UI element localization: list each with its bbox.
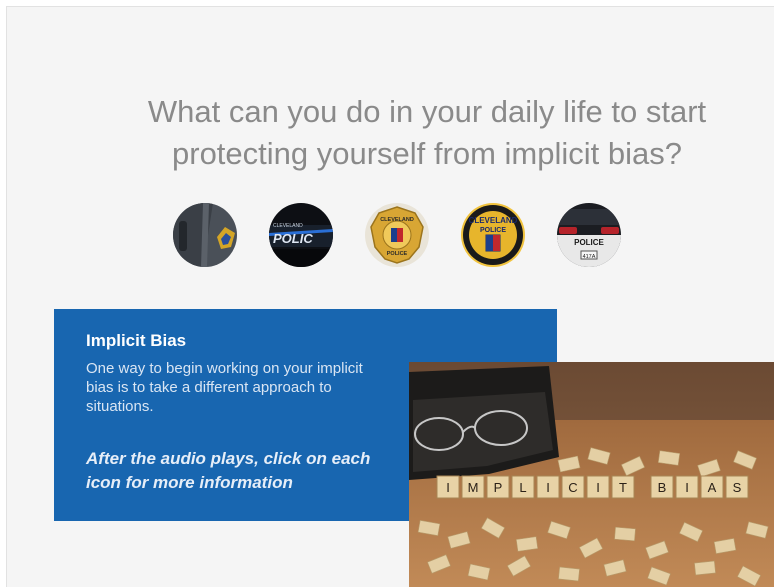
svg-text:C: C [568,480,577,495]
svg-text:CLEVELAND: CLEVELAND [273,223,303,229]
cleveland-police-badge-icon[interactable]: CLEVELAND POLICE [365,203,429,267]
svg-text:417A: 417A [583,254,596,260]
scrabble-tile-bias-2: A [700,475,724,499]
svg-text:POLIC: POLIC [273,231,313,246]
svg-text:P: P [494,480,503,495]
svg-text:POLICE: POLICE [574,238,604,247]
scrabble-tile-implicit-4: I [536,475,560,499]
scrabble-tile-implicit-0: I [436,475,460,499]
officer-shoulder-patch-icon[interactable] [173,203,237,267]
svg-text:A: A [708,480,717,495]
svg-text:M: M [468,480,479,495]
svg-text:L: L [519,480,526,495]
svg-text:B: B [658,480,667,495]
svg-text:I: I [546,480,550,495]
svg-text:POLICE: POLICE [480,227,506,234]
svg-text:I: I [685,480,689,495]
svg-text:POLICE: POLICE [387,251,408,257]
slide: What can you do in your daily life to st… [6,6,774,587]
scrabble-tile-implicit-5: C [561,475,585,499]
scrabble-tile-implicit-3: L [511,475,535,499]
scrabble-tile-bias-3: S [725,475,749,499]
scrabble-tile-bias-1: I [675,475,699,499]
info-instruction: After the audio plays, click on each ico… [86,449,371,492]
info-title: Implicit Bias [86,331,187,350]
scrabble-tile-implicit-1: M [461,475,485,499]
svg-text:S: S [733,480,742,495]
info-body: One way to begin working on your implici… [86,360,363,415]
police-car-rear-icon[interactable]: POLICE 417A [557,203,621,267]
svg-text:I: I [596,480,600,495]
svg-text:CLEVELAND: CLEVELAND [380,217,414,223]
svg-text:T: T [619,480,627,495]
icon-row: POLIC CLEVELAND CLEVELAND POLICE CLEVELA… [7,203,774,269]
scrabble-tile-implicit-7: T [611,475,635,499]
scrabble-tile-bias-0: B [650,475,674,499]
police-car-door-icon[interactable]: POLIC CLEVELAND [269,203,333,267]
page-title: What can you do in your daily life to st… [147,94,707,171]
implicit-bias-scrabble-photo: I MP L I C I T B I A S [409,362,774,587]
svg-text:CLEVELAND: CLEVELAND [469,216,518,225]
scrabble-tile-implicit-2: P [486,475,510,499]
svg-text:I: I [446,480,450,495]
scrabble-tile-implicit-6: I [586,475,610,499]
cleveland-police-patch-icon[interactable]: CLEVELAND POLICE [461,203,525,267]
